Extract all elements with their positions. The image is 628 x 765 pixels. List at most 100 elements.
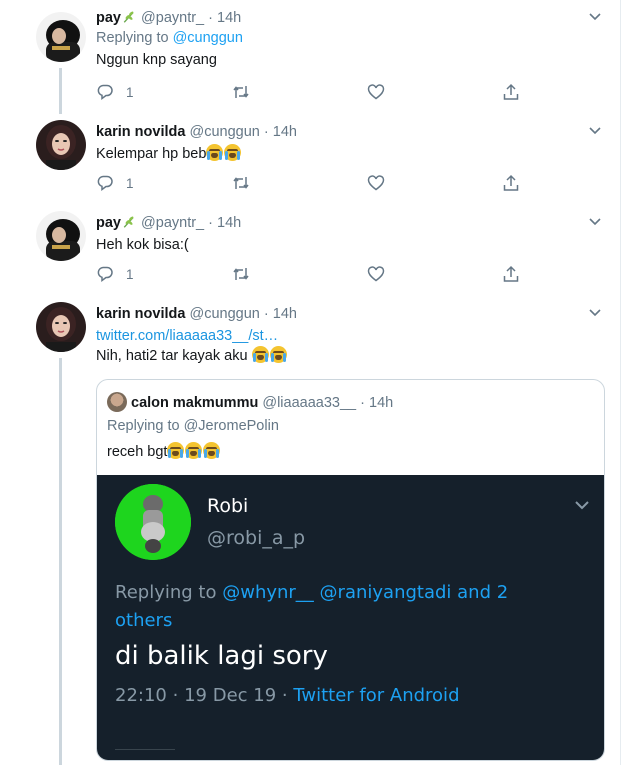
tweet-actions: 1 <box>96 264 526 284</box>
attached-screenshot[interactable]: Robi @robi_a_p Replying to @whynr__ @ran… <box>97 475 604 760</box>
quoted-timestamp: 14h <box>369 395 394 411</box>
retweet-icon <box>233 177 249 189</box>
crying-emoji <box>206 144 224 161</box>
screenshot-date: 19 Dec 19 <box>184 685 277 706</box>
quoted-display-name: calon makmummu <box>131 395 259 411</box>
share-button[interactable] <box>502 173 520 193</box>
replying-label: Replying to <box>96 30 169 46</box>
avatar[interactable] <box>36 302 86 352</box>
timestamp[interactable]: 14h <box>273 124 297 140</box>
crying-emoji <box>269 346 287 363</box>
retweet-button[interactable] <box>232 82 250 102</box>
timeline-border <box>620 0 621 765</box>
retweet-icon <box>233 268 249 280</box>
avatar[interactable] <box>36 12 86 62</box>
quoted-text: receh bgt <box>107 444 168 460</box>
separator: · <box>263 306 269 322</box>
user-handle[interactable]: @cunggun <box>189 306 259 322</box>
crying-emoji <box>185 442 203 459</box>
reply-button[interactable]: 1 <box>96 82 134 102</box>
like-button[interactable] <box>367 264 385 284</box>
quoted-replying-to: Replying to @JeromePolin <box>107 418 279 434</box>
display-name[interactable]: karin novilda <box>96 124 185 140</box>
separator: · <box>263 124 269 140</box>
chevron-down-icon[interactable] <box>588 306 602 320</box>
reply-button[interactable]: 1 <box>96 264 134 284</box>
crying-emoji <box>167 442 185 459</box>
tweet-text: Nih, hati2 tar kayak aku <box>96 348 252 364</box>
chevron-down-icon <box>575 501 589 510</box>
screenshot-client: Twitter for Android <box>293 685 460 706</box>
screenshot-time: 22:10 <box>115 685 167 706</box>
share-icon <box>503 174 519 191</box>
screenshot-replying: Replying to @whynr__ @raniyangtadi and 2… <box>115 579 535 635</box>
crying-emoji <box>224 144 242 161</box>
reply-button[interactable]: 1 <box>96 173 134 193</box>
thread-line <box>59 358 62 765</box>
tweet-actions: 1 <box>96 82 526 102</box>
chevron-down-icon[interactable] <box>588 215 602 229</box>
screenshot-meta: 22:10 · 19 Dec 19 · Twitter for Android <box>115 685 460 706</box>
avatar[interactable] <box>36 211 86 261</box>
tweet[interactable]: pay @payntr_ · 14h Heh kok bisa:( 1 <box>0 199 620 290</box>
chevron-down-icon[interactable] <box>588 10 602 24</box>
tweet-text: Nggun knp sayang <box>96 52 217 68</box>
tweet[interactable]: pay @payntr_ · 14h Replying to @cunggun … <box>0 0 620 114</box>
display-name[interactable]: pay <box>96 10 121 26</box>
retweet-button[interactable] <box>232 264 250 284</box>
screenshot-text: di balik lagi sory <box>115 641 328 671</box>
screenshot-handle: @robi_a_p <box>207 527 306 549</box>
user-handle[interactable]: @payntr_ <box>141 10 204 26</box>
tweet-text-line: Kelempar hp beb <box>96 144 602 164</box>
reply-count: 1 <box>126 266 134 282</box>
timestamp[interactable]: 14h <box>217 10 241 26</box>
separator: · <box>360 395 365 411</box>
reply-icon <box>97 175 113 191</box>
reply-count: 1 <box>126 84 134 100</box>
quoted-text-line: receh bgt <box>107 442 221 462</box>
quoted-tweet[interactable]: calon makmummu @liaaaaa33__ · 14h Replyi… <box>96 379 605 761</box>
separator: · <box>172 685 179 706</box>
share-icon <box>503 265 519 282</box>
display-name[interactable]: pay <box>96 215 121 231</box>
chevron-down-icon[interactable] <box>588 124 602 138</box>
share-button[interactable] <box>502 82 520 102</box>
tweet-link[interactable]: twitter.com/liaaaaa33__/st… <box>96 328 278 344</box>
timestamp[interactable]: 14h <box>273 306 297 322</box>
screenshot-mention: @whynr__ <box>222 582 314 603</box>
reply-icon <box>97 84 113 100</box>
avatar[interactable] <box>36 120 86 170</box>
user-handle[interactable]: @payntr_ <box>141 215 204 231</box>
crying-emoji <box>203 442 221 459</box>
user-handle[interactable]: @cunggun <box>189 124 259 140</box>
screenshot-replying-label: Replying to <box>115 582 217 603</box>
quoted-handle: @liaaaaa33__ <box>262 395 357 411</box>
retweet-icon <box>233 86 249 98</box>
quoted-avatar[interactable] <box>107 392 127 412</box>
display-name[interactable]: karin novilda <box>96 306 185 322</box>
separator: · <box>281 685 288 706</box>
separator: · <box>208 10 213 26</box>
herb-emoji <box>123 11 134 23</box>
tweet[interactable]: karin novilda @cunggun · 14h Kelempar hp… <box>0 108 620 199</box>
heart-icon <box>367 266 385 282</box>
herb-emoji <box>123 216 134 228</box>
share-icon <box>503 83 519 100</box>
mention-link[interactable]: @cunggun <box>173 30 243 46</box>
tweet-text: Heh kok bisa:( <box>96 237 189 253</box>
heart-icon <box>367 175 385 191</box>
like-button[interactable] <box>367 173 385 193</box>
share-button[interactable] <box>502 264 520 284</box>
screenshot-divider <box>115 749 175 759</box>
screenshot-name: Robi <box>207 495 249 517</box>
timestamp[interactable]: 14h <box>217 215 241 231</box>
screenshot-avatar <box>115 484 191 560</box>
tweet-text: Kelempar hp beb <box>96 146 207 162</box>
retweet-button[interactable] <box>232 173 250 193</box>
screenshot-mention: @raniyangtadi <box>319 582 452 603</box>
like-button[interactable] <box>367 82 385 102</box>
crying-emoji <box>251 346 269 363</box>
reply-icon <box>97 266 113 282</box>
tweet-text-line: Nih, hati2 tar kayak aku <box>96 346 602 366</box>
heart-icon <box>367 84 385 100</box>
